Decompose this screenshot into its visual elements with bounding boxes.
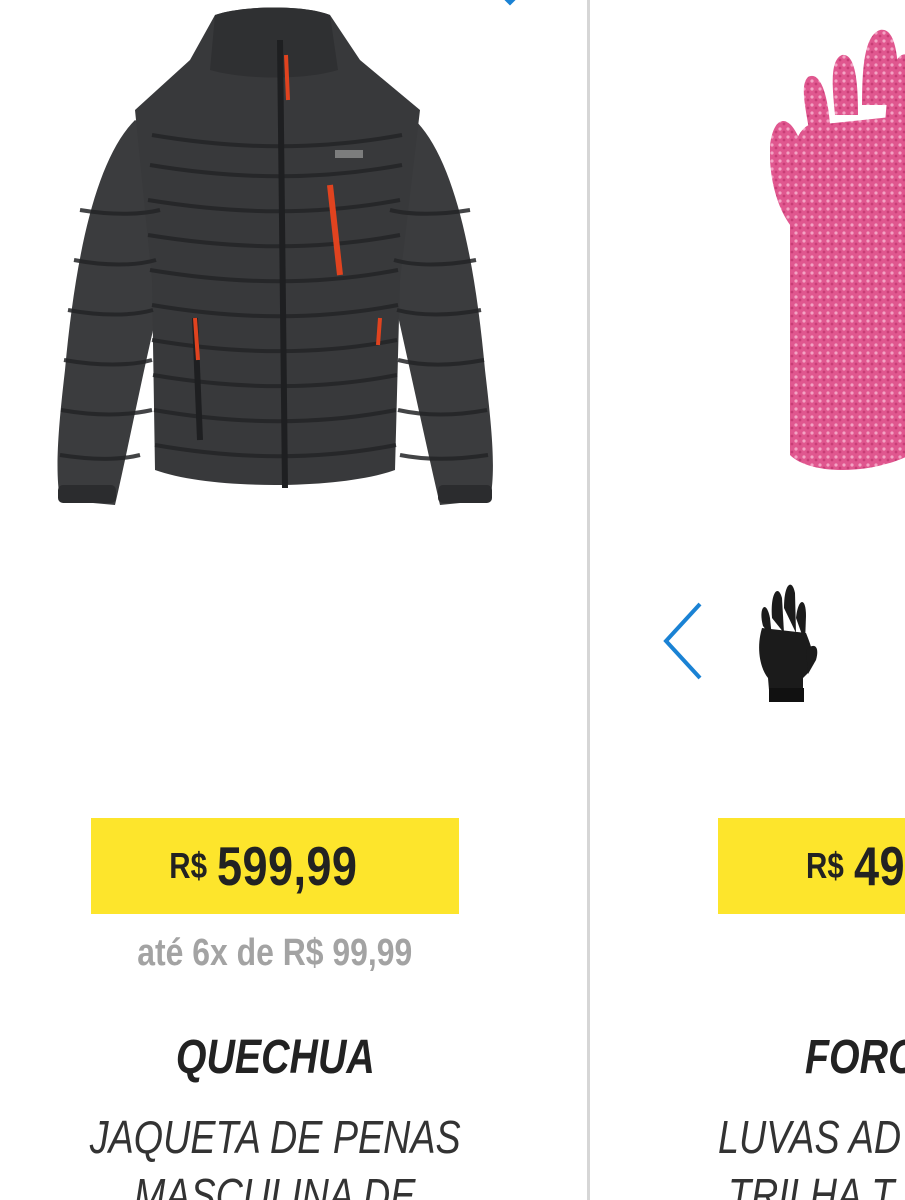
product-brand[interactable]: QUECHUA xyxy=(0,1030,550,1085)
product-name-line-2: MASCULINA DE xyxy=(134,1169,416,1200)
jacket-image[interactable] xyxy=(40,0,510,515)
product-name-line-2: TRILHA T xyxy=(728,1169,895,1200)
chevron-left-icon[interactable] xyxy=(660,600,706,682)
product-name[interactable]: JAQUETA DE PENAS MASCULINA DE xyxy=(0,1108,550,1200)
product-name-line-1: LUVAS AD xyxy=(718,1111,902,1163)
product-card-gloves[interactable]: R$ 49 FORC LUVAS AD TRILHA T xyxy=(590,0,905,1200)
product-name-line-1: JAQUETA DE PENAS xyxy=(89,1111,461,1163)
installment-text: até 6x de R$ 99,99 xyxy=(137,932,413,974)
glove-image[interactable] xyxy=(770,15,905,485)
price-amount: 599,99 xyxy=(217,835,358,897)
product-name[interactable]: LUVAS AD TRILHA T xyxy=(718,1108,905,1200)
brand-label: FORC xyxy=(805,1031,905,1084)
price-currency: R$ xyxy=(806,845,844,886)
product-brand[interactable]: FORC xyxy=(805,1030,905,1085)
price-currency: R$ xyxy=(169,845,208,886)
product-grid: R$ 599,99 até 6x de R$ 99,99 QUECHUA JAQ… xyxy=(0,0,905,1200)
price-tag[interactable]: R$ 49 xyxy=(718,818,905,914)
glove-thumbnail[interactable] xyxy=(748,578,818,708)
brand-label: QUECHUA xyxy=(175,1031,375,1084)
product-card-jacket[interactable]: R$ 599,99 até 6x de R$ 99,99 QUECHUA JAQ… xyxy=(0,0,587,1200)
installment-info: até 6x de R$ 99,99 xyxy=(0,932,550,975)
price-amount: 49 xyxy=(854,835,905,897)
price-tag[interactable]: R$ 599,99 xyxy=(91,818,459,914)
